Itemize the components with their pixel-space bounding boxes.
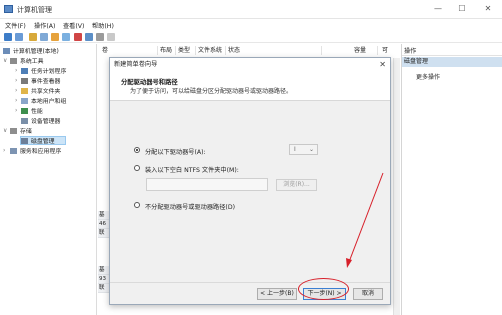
annotation-arrowhead bbox=[346, 258, 352, 268]
annotation-arrow-line bbox=[348, 172, 384, 263]
annotation-highlight-ellipse bbox=[298, 278, 349, 300]
annotation-overlay bbox=[346, 172, 384, 268]
